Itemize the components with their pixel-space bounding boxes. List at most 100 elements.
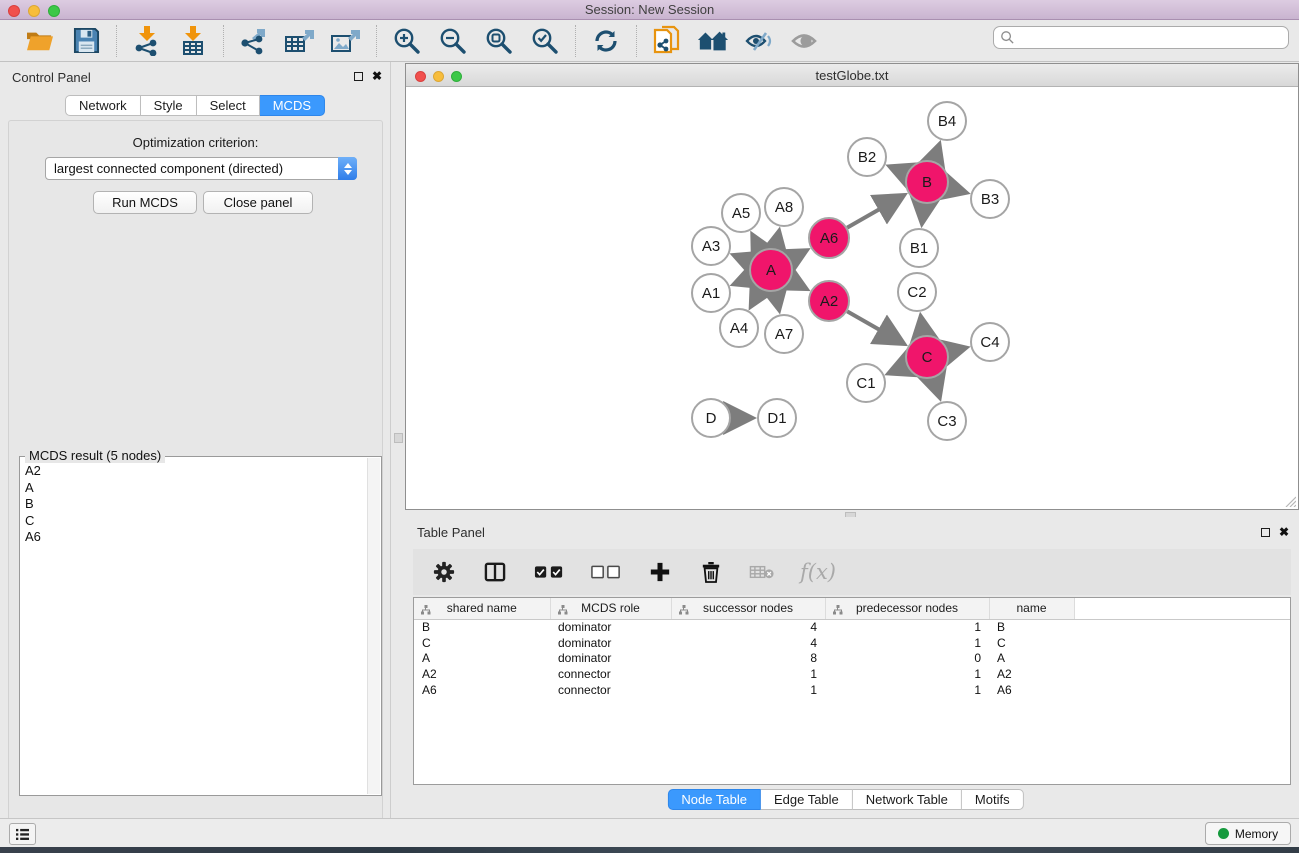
column-layout-icon[interactable] [482, 559, 508, 585]
result-item[interactable]: A6 [25, 529, 367, 546]
column-header-successor-nodes[interactable]: successor nodes [671, 598, 825, 619]
tab-network-table[interactable]: Network Table [853, 789, 962, 810]
tab-edge-table[interactable]: Edge Table [761, 789, 853, 810]
task-list-icon [15, 828, 30, 841]
graph-edge-A-A8[interactable] [775, 231, 779, 248]
graph-edge-C-C2[interactable] [921, 317, 924, 336]
graph-edge-A-A6[interactable] [790, 251, 806, 260]
table-cell: 4 [671, 619, 825, 635]
graph-edge-A-A4[interactable] [751, 289, 760, 306]
column-header-predecessor-nodes[interactable]: predecessor nodes [825, 598, 989, 619]
graph-edge-B-B3[interactable] [948, 188, 966, 193]
node-table[interactable]: shared name MCDS role successor nodes pr… [413, 597, 1291, 785]
vertical-split-handle[interactable] [394, 433, 403, 443]
save-session-icon[interactable] [70, 25, 102, 57]
add-column-icon[interactable] [647, 559, 673, 585]
home-icon[interactable] [697, 25, 729, 57]
export-image-icon[interactable] [330, 25, 362, 57]
tab-select[interactable]: Select [197, 95, 260, 116]
cyndex-icon[interactable] [651, 25, 683, 57]
graph-edge-B-B2[interactable] [890, 167, 907, 174]
network-window-titlebar[interactable]: testGlobe.txt [406, 64, 1298, 87]
table-cell: 1 [671, 682, 825, 698]
close-table-panel-icon[interactable]: ✖ [1279, 527, 1289, 537]
export-table-icon[interactable] [284, 25, 316, 57]
graph-edge-A-A1[interactable] [734, 278, 750, 284]
window-resize-grip[interactable] [1283, 494, 1296, 507]
table-row[interactable]: A2connector11A2 [414, 666, 1290, 682]
graph-node-label: B1 [910, 240, 928, 257]
tab-network[interactable]: Network [65, 95, 141, 116]
control-panel-title: Control Panel [12, 70, 91, 85]
column-header-shared-name[interactable]: shared name [414, 598, 550, 619]
close-panel-button[interactable]: Close panel [203, 191, 313, 214]
graph-node-label: A1 [702, 285, 720, 302]
refresh-icon[interactable] [590, 25, 622, 57]
table-row[interactable]: A6connector11A6 [414, 682, 1290, 698]
graph-edge-A6-B[interactable] [847, 195, 903, 227]
graph-edge-B-B4[interactable] [934, 145, 939, 161]
table-row[interactable]: Cdominator41C [414, 635, 1290, 651]
table-cell: dominator [550, 619, 671, 635]
float-table-panel-icon[interactable] [1261, 528, 1270, 537]
result-item[interactable]: A [25, 480, 367, 497]
table-cell: C [989, 635, 1074, 651]
graph-node-label: C1 [856, 375, 875, 392]
result-item[interactable]: B [25, 496, 367, 513]
criterion-value: largest connected component (directed) [46, 161, 338, 176]
column-header-name[interactable]: name [989, 598, 1074, 619]
graph-edge-C-C4[interactable] [948, 348, 965, 352]
result-scrollbar[interactable] [367, 458, 380, 794]
table-row[interactable]: Bdominator41B [414, 619, 1290, 635]
result-item[interactable]: C [25, 513, 367, 530]
gear-icon[interactable] [431, 559, 457, 585]
import-network-icon[interactable] [131, 25, 163, 57]
import-table-icon[interactable] [177, 25, 209, 57]
table-cell: dominator [550, 650, 671, 666]
network-canvas[interactable]: AA1A2A3A4A5A6A7A8BB1B2B3B4CC1C2C3C4DD1 [406, 87, 1298, 509]
table-cell: A6 [414, 682, 550, 698]
zoom-selected-icon[interactable] [529, 25, 561, 57]
graph-edge-A2-C[interactable] [847, 311, 903, 343]
tab-style[interactable]: Style [141, 95, 197, 116]
result-item[interactable]: A2 [25, 463, 367, 480]
graph-edge-A-A5[interactable] [753, 235, 761, 250]
search-input[interactable] [1019, 30, 1288, 45]
search-box[interactable] [993, 26, 1289, 49]
graph-node-label: A [766, 262, 776, 279]
deselect-all-icon[interactable] [590, 559, 622, 585]
zoom-fit-icon[interactable] [483, 25, 515, 57]
run-mcds-button[interactable]: Run MCDS [93, 191, 197, 214]
close-panel-icon[interactable]: ✖ [372, 71, 382, 81]
graph-edge-C-C1[interactable] [889, 366, 907, 374]
tab-motifs[interactable]: Motifs [962, 789, 1024, 810]
memory-button[interactable]: Memory [1205, 822, 1291, 845]
float-panel-icon[interactable] [354, 72, 363, 81]
graph-edge-A-A7[interactable] [775, 292, 779, 310]
table-cell: A6 [989, 682, 1074, 698]
graph-node-label: C [922, 349, 933, 366]
criterion-dropdown[interactable]: largest connected component (directed) [45, 157, 357, 180]
column-header-mcds-role[interactable]: MCDS role [550, 598, 671, 619]
table-cell: A [989, 650, 1074, 666]
session-title: Session: New Session [0, 2, 1299, 17]
show-graphics-icon[interactable] [789, 25, 821, 57]
graph-node-label: A7 [775, 326, 793, 343]
graph-node-label: A2 [820, 293, 838, 310]
table-row[interactable]: Adominator80A [414, 650, 1290, 666]
zoom-out-icon[interactable] [437, 25, 469, 57]
hide-graphics-icon[interactable] [743, 25, 775, 57]
graph-edge-C-C3[interactable] [934, 378, 940, 397]
task-history-button[interactable] [9, 823, 36, 845]
tab-mcds[interactable]: MCDS [260, 95, 325, 116]
graph-edge-A-A2[interactable] [790, 280, 806, 288]
delete-column-icon[interactable] [698, 559, 724, 585]
zoom-in-icon[interactable] [391, 25, 423, 57]
open-file-icon[interactable] [24, 25, 56, 57]
tab-node-table[interactable]: Node Table [667, 789, 761, 810]
network-graph[interactable]: AA1A2A3A4A5A6A7A8BB1B2B3B4CC1C2C3C4DD1 [406, 87, 1298, 509]
graph-edge-B-B1[interactable] [922, 204, 924, 223]
graph-edge-A-A3[interactable] [734, 255, 750, 262]
select-all-icon[interactable] [533, 559, 565, 585]
export-network-icon[interactable] [238, 25, 270, 57]
